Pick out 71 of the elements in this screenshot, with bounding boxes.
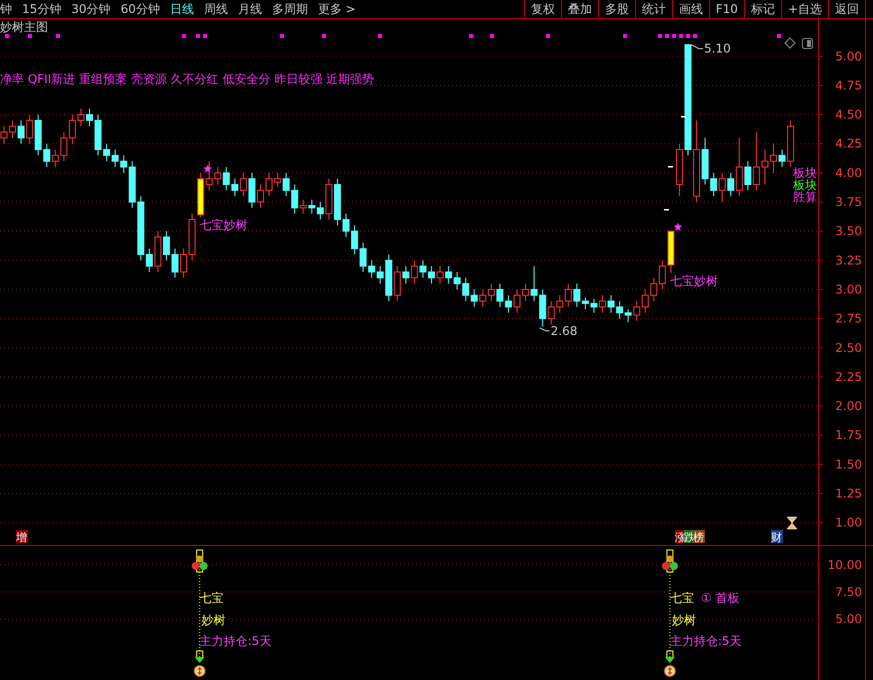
axis-label: 4.00 [835, 166, 862, 180]
axis-label: 4.25 [835, 136, 862, 151]
axis-label: 1.00 [835, 516, 862, 530]
badge: 榜 [693, 530, 705, 544]
axis-label: 3.00 [835, 282, 862, 296]
candlestick [428, 266, 435, 284]
chart-title: 妙树主图 [0, 20, 48, 34]
period-tab[interactable]: 更多 > [318, 0, 356, 18]
badge: 财 [771, 530, 783, 544]
side-label: 板块 [793, 178, 817, 192]
signal-tag: ① 首板 [700, 591, 740, 605]
leader-line [539, 327, 550, 332]
signal-text: 七宝 [200, 591, 224, 605]
axis-label: 4.50 [835, 108, 862, 122]
price-tick-mark [681, 116, 686, 118]
period-tab[interactable]: 钟 [0, 0, 12, 18]
candlestick [770, 143, 777, 174]
period-tab[interactable]: 30分钟 [71, 0, 111, 18]
candlestick [257, 184, 264, 208]
price-tick-mark [668, 166, 673, 168]
candlestick [86, 108, 93, 127]
holding-days-text: 主力持仓:5天 [670, 634, 742, 648]
concept-tags: 净率 QFII新进 重组预案 壳资源 久不分红 低安全分 昨日较强 近期强势 [0, 72, 374, 86]
holding-days-text: 主力持仓:5天 [200, 634, 272, 648]
star-icon [674, 222, 682, 231]
axis-label: 7.50 [835, 585, 862, 599]
candlestick [676, 143, 683, 197]
signal-text: 妙树 [202, 613, 226, 627]
candlestick [0, 126, 8, 144]
side-label: 板块 [793, 166, 817, 180]
candlestick [599, 294, 606, 314]
axis-label: 1.25 [835, 486, 862, 500]
candlestick [514, 288, 520, 314]
candlestick [172, 248, 178, 278]
period-tab[interactable]: 周线 [204, 0, 228, 18]
axis-label: 5.00 [835, 612, 862, 626]
price-tick-mark [664, 209, 669, 210]
low-price-label: 2.68 [550, 324, 578, 338]
signal-text: 妙树 [672, 613, 696, 627]
diamond-icon[interactable] [784, 37, 796, 49]
axis-label: 2.00 [835, 399, 862, 414]
axis-label: 4.75 [835, 78, 862, 92]
axis-label: 3.50 [835, 224, 862, 238]
axis-label: 3.75 [835, 195, 862, 210]
period-tab[interactable]: 15分钟 [22, 0, 62, 18]
leader-line [690, 44, 704, 50]
money-bag-icon [194, 665, 206, 677]
axis-label: 5.00 [835, 49, 862, 64]
axis-label: 2.50 [835, 340, 862, 355]
star-icon [203, 164, 212, 172]
high-price-label: 5.10 [704, 42, 731, 56]
signal-text: 七宝 [670, 591, 694, 605]
period-tab[interactable]: 60分钟 [120, 0, 160, 18]
period-tab[interactable]: 月线 [238, 0, 262, 18]
axis-label: 1.75 [835, 428, 862, 442]
candlestick [342, 213, 350, 238]
axis-label: 1.50 [835, 457, 862, 472]
money-bag-icon [664, 665, 676, 677]
axis-label: 10.00 [828, 558, 862, 572]
period-tab[interactable]: 日线 [170, 0, 194, 18]
axis-label: 2.75 [835, 312, 862, 326]
toolbar-button[interactable]: 返回 [828, 0, 866, 18]
hourglass-icon [786, 516, 798, 530]
badge: 增 [16, 530, 28, 544]
signal-label: 七宝妙树 [200, 218, 248, 232]
signal-label: 七宝妙树 [670, 274, 718, 288]
toggle-icon[interactable] [802, 38, 813, 49]
axis-label: 3.25 [835, 253, 862, 268]
side-label: 胜算 [793, 190, 817, 204]
period-tab[interactable]: 多周期 [272, 0, 308, 18]
axis-label: 2.25 [835, 370, 862, 384]
